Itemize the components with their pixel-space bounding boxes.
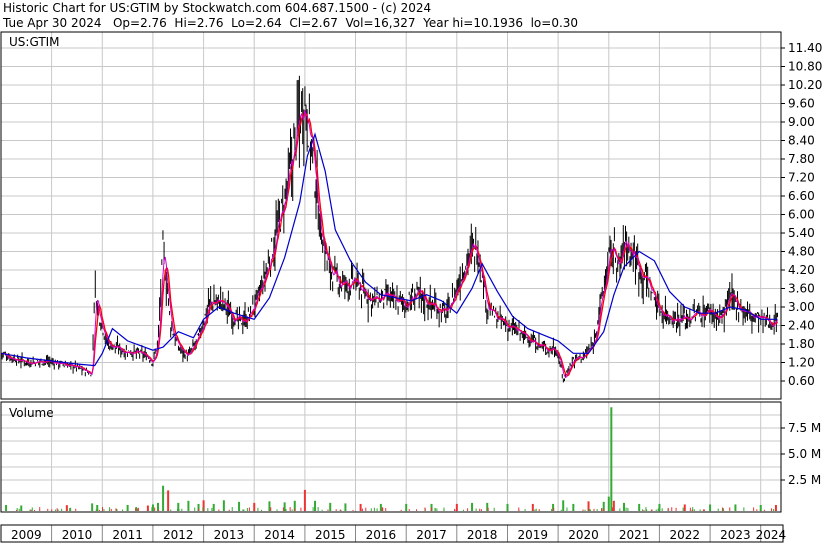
long-moving-average xyxy=(0,132,778,367)
price-tick-label: 2.40 xyxy=(788,319,815,333)
price-tick-label: 11.40 xyxy=(788,41,822,55)
x-tick-label: 2020 xyxy=(568,528,599,542)
x-tick-label: 2022 xyxy=(669,528,700,542)
volume-tick-label: 5.0 M xyxy=(788,447,821,461)
x-tick-label: 2013 xyxy=(214,528,245,542)
x-tick-label: 2021 xyxy=(619,528,650,542)
stock-chart: 11.40 10.80 10.20 9.60 9.00 8.40 7.80 7.20 6.60 6… xyxy=(0,31,822,543)
price-tick-label: 6.00 xyxy=(788,208,815,222)
price-tick-label: 4.20 xyxy=(788,263,815,277)
grid xyxy=(0,32,781,542)
volume-panel-frame xyxy=(0,401,782,513)
volume-bars xyxy=(5,407,777,511)
x-axis-labels: 2009 2010 2011 2012 2013 2014 2015 2016 2017 2018… xyxy=(11,528,786,542)
price-tick-label: 0.60 xyxy=(788,374,815,388)
price-tick-label: 4.80 xyxy=(788,245,815,259)
price-tick-label: 6.60 xyxy=(788,189,815,203)
x-tick-label: 2019 xyxy=(518,528,549,542)
x-tick-label: 2024 xyxy=(756,528,787,542)
price-tick-label: 3.00 xyxy=(788,300,815,314)
x-tick-label: 2018 xyxy=(467,528,498,542)
price-tick-label: 1.20 xyxy=(788,356,815,370)
price-tick-label: 9.00 xyxy=(788,115,815,129)
x-tick-label: 2016 xyxy=(366,528,397,542)
price-tick-label: 3.60 xyxy=(788,282,815,296)
x-tick-label: 2009 xyxy=(11,528,42,542)
x-tick-label: 2010 xyxy=(62,528,93,542)
volume-panel-title: Volume xyxy=(9,406,54,420)
x-tick-label: 2015 xyxy=(315,528,346,542)
y-axis-labels: 11.40 10.80 10.20 9.60 9.00 8.40 7.80 7.20 6.60 6… xyxy=(788,41,822,487)
volume-tick-label: 2.5 M xyxy=(788,473,821,487)
x-tick-label: 2012 xyxy=(163,528,194,542)
price-tick-label: 8.40 xyxy=(788,134,815,148)
x-tick-label: 2017 xyxy=(416,528,447,542)
price-tick-label: 9.60 xyxy=(788,97,815,111)
price-tick-label: 7.20 xyxy=(788,171,815,185)
x-tick-label: 2014 xyxy=(264,528,295,542)
price-tick-label: 10.80 xyxy=(788,60,822,74)
x-tick-label: 2023 xyxy=(720,528,751,542)
price-panel-title: US:GTIM xyxy=(9,35,60,49)
volume-tick-label: 7.5 M xyxy=(788,421,821,435)
price-tick-label: 1.80 xyxy=(788,337,815,351)
price-tick-label: 10.20 xyxy=(788,78,822,92)
price-tick-label: 7.80 xyxy=(788,152,815,166)
price-tick-label: 5.40 xyxy=(788,226,815,240)
x-tick-label: 2011 xyxy=(112,528,143,542)
